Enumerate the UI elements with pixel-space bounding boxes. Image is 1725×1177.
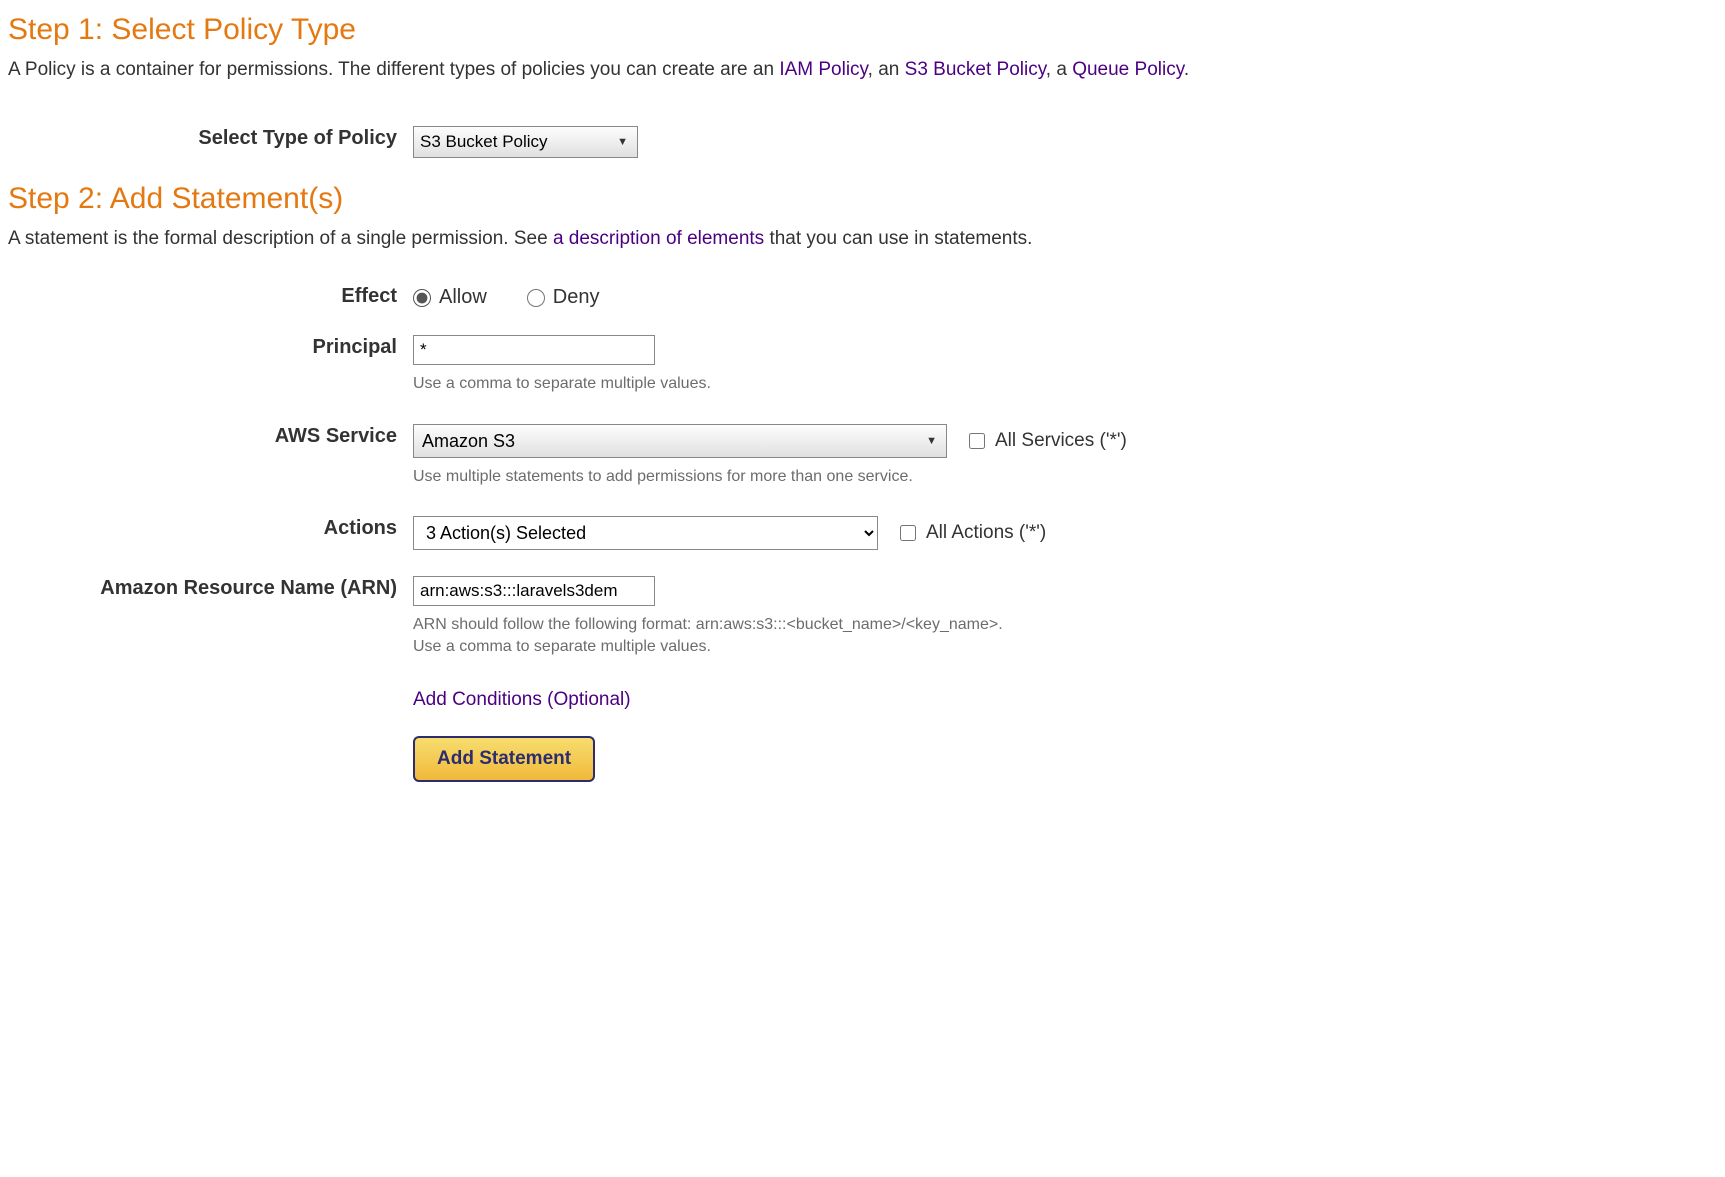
all-actions-checkbox[interactable] xyxy=(900,525,916,541)
principal-label: Principal xyxy=(8,333,413,359)
aws-service-select[interactable]: Amazon S3 xyxy=(413,424,947,458)
add-statement-button[interactable]: Add Statement xyxy=(413,736,595,782)
step1-desc-mid2: , a xyxy=(1046,59,1072,80)
arn-hint: ARN should follow the following format: … xyxy=(413,614,1717,659)
step1-description: A Policy is a container for permissions.… xyxy=(8,57,1717,84)
all-actions-label: All Actions ('*') xyxy=(926,522,1046,544)
effect-deny-label: Deny xyxy=(553,286,600,309)
effect-label: Effect xyxy=(8,282,413,308)
step1-heading: Step 1: Select Policy Type xyxy=(8,13,1717,47)
add-conditions-link[interactable]: Add Conditions (Optional) xyxy=(413,689,631,711)
principal-input[interactable] xyxy=(413,335,655,365)
step1-desc-mid1: , an xyxy=(868,59,905,80)
queue-policy-link[interactable]: Queue Policy xyxy=(1072,59,1184,80)
description-elements-link[interactable]: a description of elements xyxy=(553,228,764,249)
all-services-label: All Services ('*') xyxy=(995,430,1127,452)
policy-type-select[interactable]: S3 Bucket Policy xyxy=(413,126,638,158)
aws-service-hint: Use multiple statements to add permissio… xyxy=(413,466,1717,488)
s3-bucket-policy-link[interactable]: S3 Bucket Policy xyxy=(905,59,1046,80)
effect-allow-radio[interactable] xyxy=(413,289,431,307)
principal-hint: Use a comma to separate multiple values. xyxy=(413,373,1717,395)
actions-label: Actions xyxy=(8,514,413,540)
effect-deny-radio[interactable] xyxy=(527,289,545,307)
step2-description: A statement is the formal description of… xyxy=(8,226,1717,253)
arn-label: Amazon Resource Name (ARN) xyxy=(8,574,413,600)
arn-input[interactable] xyxy=(413,576,655,606)
step1-desc-pre: A Policy is a container for permissions.… xyxy=(8,59,779,80)
actions-select[interactable]: 3 Action(s) Selected xyxy=(413,516,878,550)
step2-desc-pre: A statement is the formal description of… xyxy=(8,228,553,249)
step2-heading: Step 2: Add Statement(s) xyxy=(8,182,1717,216)
step1-desc-end: . xyxy=(1184,59,1189,80)
policy-type-label: Select Type of Policy xyxy=(8,124,413,150)
effect-allow-label: Allow xyxy=(439,286,487,309)
all-services-checkbox[interactable] xyxy=(969,433,985,449)
step2-desc-end: that you can use in statements. xyxy=(764,228,1032,249)
aws-service-label: AWS Service xyxy=(8,422,413,448)
iam-policy-link[interactable]: IAM Policy xyxy=(779,59,867,80)
